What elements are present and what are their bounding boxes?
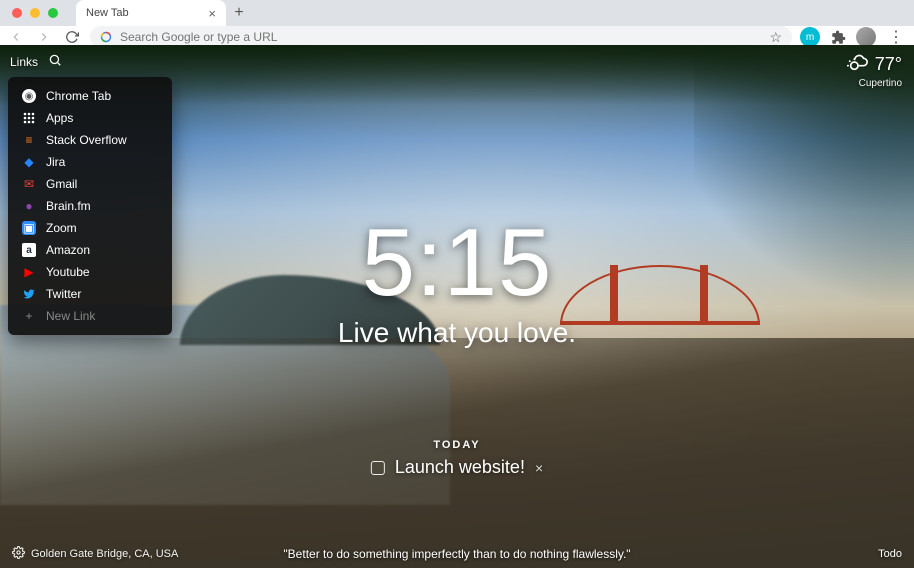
- bottom-bar: Golden Gate Bridge, CA, USA "Better to d…: [0, 546, 914, 562]
- mantra: Live what you love.: [338, 317, 576, 349]
- omnibox-input[interactable]: [120, 30, 761, 44]
- link-label: Brain.fm: [46, 199, 91, 213]
- link-label: Stack Overflow: [46, 133, 127, 147]
- link-item-amazon[interactable]: a Amazon: [8, 239, 172, 261]
- link-label: Chrome Tab: [46, 89, 111, 103]
- brainfm-icon: ●: [22, 199, 36, 213]
- link-item-twitter[interactable]: Twitter: [8, 283, 172, 305]
- link-label: Zoom: [46, 221, 77, 235]
- clock: 5:15: [338, 215, 576, 311]
- weather-location: Cupertino: [847, 78, 902, 89]
- tab-title: New Tab: [86, 7, 129, 19]
- stackoverflow-icon: ≡: [22, 133, 36, 147]
- plus-icon: +: [22, 309, 36, 323]
- weather-icon: [847, 51, 869, 78]
- top-left-controls: Links: [10, 53, 62, 70]
- zoom-icon: ▣: [22, 221, 36, 235]
- center-block: 5:15 Live what you love.: [338, 215, 576, 349]
- link-item-gmail[interactable]: ✉ Gmail: [8, 173, 172, 195]
- focus-clear-icon[interactable]: ×: [535, 460, 543, 476]
- maximize-window-button[interactable]: [48, 8, 58, 18]
- focus-item: Launch website! ×: [371, 457, 543, 478]
- link-item-stack-overflow[interactable]: ≡ Stack Overflow: [8, 129, 172, 151]
- bookmark-star-icon[interactable]: ☆: [769, 29, 782, 46]
- reload-button[interactable]: [62, 27, 82, 47]
- focus-widget: TODAY Launch website! ×: [371, 439, 543, 478]
- link-item-zoom[interactable]: ▣ Zoom: [8, 217, 172, 239]
- tab-new-tab[interactable]: New Tab ×: [76, 0, 226, 26]
- new-tab-button[interactable]: +: [226, 1, 252, 25]
- close-window-button[interactable]: [12, 8, 22, 18]
- link-item-jira[interactable]: ◆ Jira: [8, 151, 172, 173]
- links-button-label: Links: [10, 55, 38, 69]
- newtab-content: Links ◉ Chrome Tab Apps ≡ Stack Overflow…: [0, 45, 914, 568]
- minimize-window-button[interactable]: [30, 8, 40, 18]
- background-foliage-right: [694, 45, 914, 345]
- photo-location: Golden Gate Bridge, CA, USA: [31, 548, 178, 560]
- link-item-brainfm[interactable]: ● Brain.fm: [8, 195, 172, 217]
- link-label: Twitter: [46, 287, 81, 301]
- new-link-label: New Link: [46, 309, 95, 323]
- tab-strip: New Tab × +: [0, 0, 914, 26]
- focus-header: TODAY: [371, 439, 543, 451]
- chrome-menu-button[interactable]: ⋮: [884, 27, 908, 47]
- photo-info[interactable]: Golden Gate Bridge, CA, USA: [12, 546, 178, 562]
- weather-temperature: 77°: [875, 54, 902, 75]
- link-label: Apps: [46, 111, 73, 125]
- link-item-chrome-tab[interactable]: ◉ Chrome Tab: [8, 85, 172, 107]
- quote[interactable]: "Better to do something imperfectly than…: [283, 547, 630, 561]
- link-label: Youtube: [46, 265, 90, 279]
- chrome-icon: ◉: [22, 89, 36, 103]
- extension-momentum-icon[interactable]: m: [800, 27, 820, 47]
- links-button[interactable]: Links: [10, 55, 38, 69]
- focus-text: Launch website!: [395, 457, 525, 478]
- todo-button[interactable]: Todo: [878, 548, 902, 560]
- link-label: Jira: [46, 155, 65, 169]
- browser-chrome: New Tab × + ☆ m ⋮: [0, 0, 914, 45]
- gmail-icon: ✉: [22, 177, 36, 191]
- back-button[interactable]: [6, 27, 26, 47]
- forward-button[interactable]: [34, 27, 54, 47]
- link-item-apps[interactable]: Apps: [8, 107, 172, 129]
- extensions-button[interactable]: [828, 27, 848, 47]
- apps-icon: [22, 111, 36, 125]
- links-dropdown: ◉ Chrome Tab Apps ≡ Stack Overflow ◆ Jir…: [8, 77, 172, 335]
- youtube-icon: ▶: [22, 265, 36, 279]
- focus-checkbox[interactable]: [371, 461, 385, 475]
- weather-widget[interactable]: 77° Cupertino: [847, 51, 902, 89]
- amazon-icon: a: [22, 243, 36, 257]
- jira-icon: ◆: [22, 155, 36, 169]
- link-item-youtube[interactable]: ▶ Youtube: [8, 261, 172, 283]
- profile-avatar[interactable]: [856, 27, 876, 47]
- search-icon[interactable]: [48, 53, 62, 70]
- link-label: Gmail: [46, 177, 77, 191]
- window-controls: [0, 8, 70, 18]
- new-link-button[interactable]: + New Link: [8, 305, 172, 327]
- close-tab-icon[interactable]: ×: [208, 6, 216, 21]
- gear-icon[interactable]: [12, 546, 25, 562]
- google-icon: [100, 31, 112, 43]
- twitter-icon: [22, 287, 36, 301]
- link-label: Amazon: [46, 243, 90, 257]
